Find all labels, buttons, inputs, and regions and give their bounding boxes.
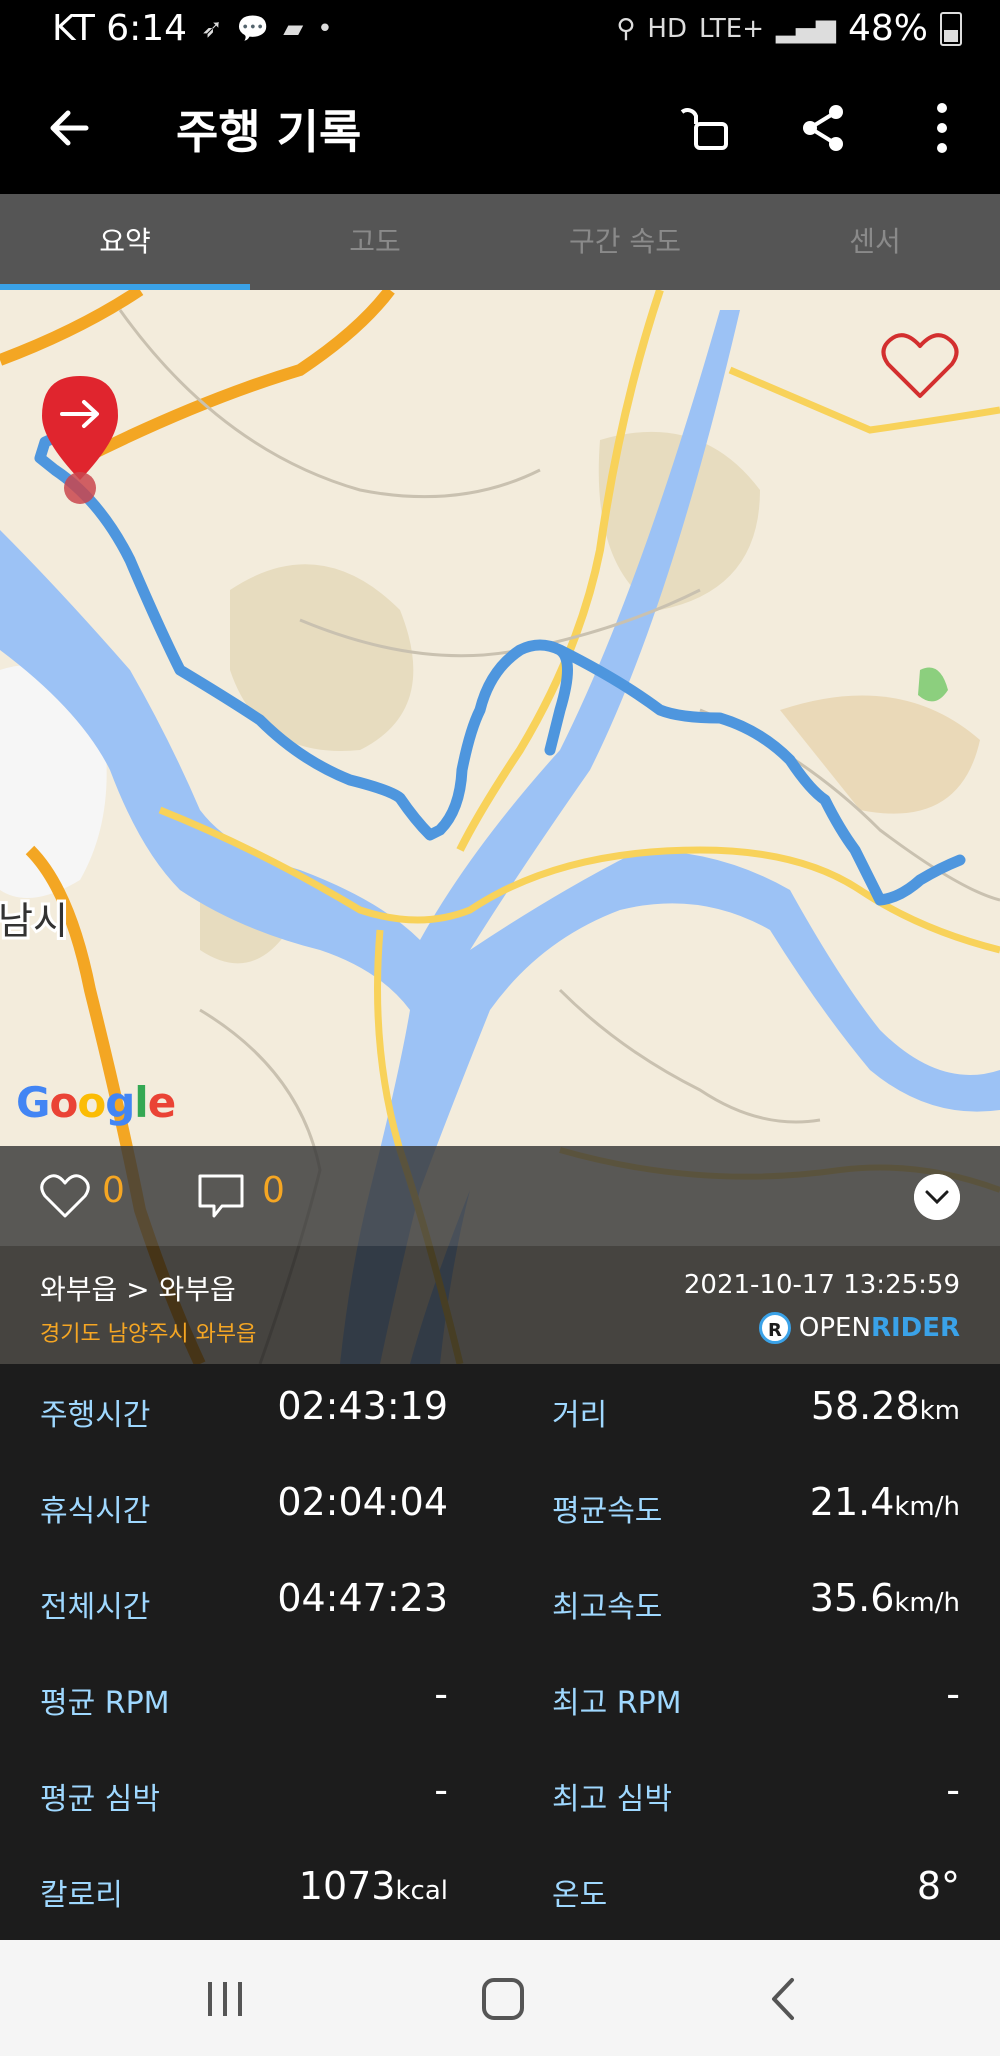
- google-letter: o: [49, 1078, 78, 1127]
- start-pin-icon: [42, 376, 118, 504]
- google-letter: o: [77, 1078, 106, 1127]
- stat-value: -: [434, 1768, 448, 1812]
- stat-label: 평균 심박: [40, 1782, 160, 1817]
- chevron-down-icon[interactable]: [914, 1174, 960, 1220]
- stat-value: 35.6km/h: [809, 1576, 960, 1620]
- stats-row: 칼로리 1073kcal 온도 8°: [0, 1844, 1000, 1940]
- comment-count: 0: [262, 1170, 285, 1211]
- status-bar: KT 6:14 ➶ 💬 ▰ • ⚲ HD LTE+ ▂▄▆ 48%: [0, 0, 1000, 62]
- stats-row: 주행시간 02:43:19 거리 58.28km: [0, 1364, 1000, 1460]
- stat-label: 칼로리: [40, 1878, 123, 1913]
- route-address: 경기도 남양주시 와부읍: [40, 1322, 257, 1347]
- tab-bar: 요약 고도 구간 속도 센서: [0, 194, 1000, 290]
- stat-value: 02:43:19: [277, 1384, 448, 1428]
- lte-label: LTE+: [698, 13, 764, 44]
- google-letter: l: [134, 1078, 148, 1127]
- battery-icon: [940, 11, 962, 46]
- ride-info: 와부읍 > 와부읍 경기도 남양주시 와부읍 2021-10-17 13:25:…: [0, 1246, 1000, 1364]
- favorite-heart-icon[interactable]: [880, 330, 960, 402]
- back-arrow-icon[interactable]: [42, 100, 98, 156]
- recent-apps-icon[interactable]: [200, 1974, 250, 2024]
- page-title: 주행 기록: [176, 105, 362, 159]
- location-icon: ⚲: [616, 13, 636, 44]
- stats-row: 전체시간 04:47:23 최고속도 35.6km/h: [0, 1556, 1000, 1652]
- stat-value: 1073kcal: [298, 1864, 448, 1908]
- stats-row: 평균 심박 - 최고 심박 -: [0, 1748, 1000, 1844]
- stat-value: -: [434, 1672, 448, 1716]
- social-bar: 0 0: [0, 1146, 1000, 1246]
- share-icon[interactable]: [796, 100, 852, 156]
- navigation-icon: ➶: [201, 13, 223, 44]
- ride-datetime: 2021-10-17 13:25:59: [683, 1270, 960, 1300]
- stat-label: 온도: [552, 1878, 608, 1913]
- stat-label: 휴식시간: [40, 1494, 151, 1529]
- hd-icon: HD: [647, 13, 687, 44]
- signal-icon: ▂▄▆: [775, 13, 836, 44]
- tab-section-speed[interactable]: 구간 속도: [500, 194, 750, 290]
- status-left: KT 6:14 ➶ 💬 ▰ •: [52, 8, 333, 49]
- stats-table: 주행시간 02:43:19 거리 58.28km 휴식시간 02:04:04 평…: [0, 1364, 1000, 1940]
- comment-icon[interactable]: [196, 1172, 246, 1220]
- carrier-time: KT 6:14: [52, 8, 188, 49]
- like-heart-icon[interactable]: [40, 1172, 90, 1220]
- more-options-icon[interactable]: [914, 100, 970, 156]
- stat-value: 04:47:23: [277, 1576, 448, 1620]
- tab-summary[interactable]: 요약: [0, 194, 250, 290]
- stats-row: 휴식시간 02:04:04 평균속도 21.4km/h: [0, 1460, 1000, 1556]
- stat-label: 거리: [552, 1398, 608, 1433]
- brand-open: OPEN: [798, 1313, 871, 1343]
- stats-row: 평균 RPM - 최고 RPM -: [0, 1652, 1000, 1748]
- stat-label: 전체시간: [40, 1590, 151, 1625]
- stat-label: 최고속도: [552, 1590, 663, 1625]
- system-nav-bar: [0, 1940, 1000, 2056]
- app-bar: 주행 기록: [0, 62, 1000, 194]
- battery-percent: 48%: [847, 8, 928, 49]
- unlock-icon[interactable]: [680, 100, 736, 156]
- stat-value: -: [946, 1768, 960, 1812]
- google-letter: g: [105, 1078, 135, 1127]
- route-name: 와부읍 > 와부읍: [40, 1273, 236, 1306]
- back-nav-icon[interactable]: [760, 1974, 810, 2024]
- stat-value: 8°: [916, 1864, 960, 1908]
- google-letter: G: [16, 1078, 50, 1127]
- tab-elevation[interactable]: 고도: [250, 194, 500, 290]
- message-icon: ▰: [283, 13, 304, 44]
- dot-icon: •: [317, 13, 333, 44]
- stat-label: 평균 RPM: [40, 1686, 170, 1721]
- stat-value: 02:04:04: [277, 1480, 448, 1524]
- stat-label: 주행시간: [40, 1398, 151, 1433]
- tab-sensor[interactable]: 센서: [750, 194, 1000, 290]
- stat-label: 평균속도: [552, 1494, 663, 1529]
- google-attribution: Google: [16, 1078, 176, 1127]
- stat-value: -: [946, 1672, 960, 1716]
- map-place-label: 남시: [0, 899, 68, 943]
- kakaotalk-icon: 💬: [236, 13, 270, 44]
- home-icon[interactable]: [478, 1974, 528, 2024]
- openrider-logo-icon: R: [758, 1312, 791, 1344]
- stat-value: 58.28km: [810, 1384, 960, 1428]
- openrider-brand: R OPENRIDER: [758, 1312, 960, 1344]
- stat-value: 21.4km/h: [809, 1480, 960, 1524]
- like-count: 0: [102, 1170, 125, 1211]
- brand-rider: RIDER: [870, 1313, 960, 1343]
- stat-label: 최고 심박: [552, 1782, 672, 1817]
- stat-label: 최고 RPM: [552, 1686, 682, 1721]
- google-letter: e: [147, 1078, 176, 1127]
- status-right: ⚲ HD LTE+ ▂▄▆ 48%: [616, 8, 962, 49]
